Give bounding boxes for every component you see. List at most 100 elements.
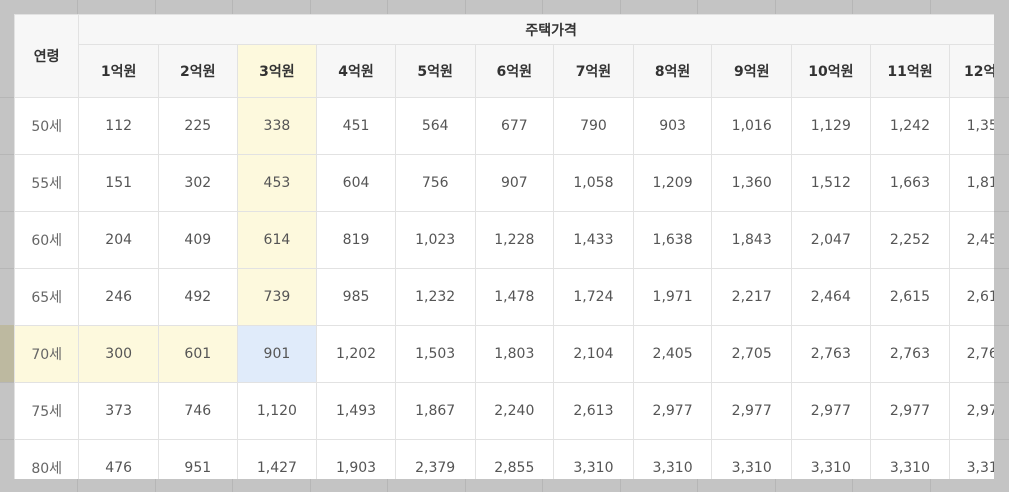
- table-row: 80세 476 951 1,427 1,903 2,379 2,855 3,310 3,310 3…: [14, 439, 994, 479]
- value-cell: 373: [78, 382, 159, 440]
- value-cell: 1,120: [236, 382, 318, 440]
- pension-table: 연령 주택가격 1억원 2억원 3억원 4억원 5억원 6억원 7억원 8억원 9억원 10억원 1…: [14, 14, 994, 479]
- value-cell: 1,433: [553, 211, 634, 269]
- table-row: 55세 151 302 453 604 756 907 1,058 1,209 1,360 1,51…: [14, 154, 994, 212]
- value-cell: 204: [78, 211, 159, 269]
- value-cell: 2,047: [791, 211, 871, 269]
- value-cell: 2,240: [474, 382, 555, 440]
- price-header-1: 1억원: [78, 44, 159, 98]
- value-cell: 2,615: [869, 268, 951, 326]
- value-cell: 819: [316, 211, 396, 269]
- value-cell: 901: [236, 325, 318, 383]
- price-header-12: 12억원: [949, 44, 994, 98]
- price-header-9: 9억원: [711, 44, 793, 98]
- value-cell: 564: [394, 97, 476, 155]
- value-cell: 2,977: [632, 382, 713, 440]
- value-cell: 1,971: [632, 268, 713, 326]
- price-header-3: 3억원: [236, 44, 318, 98]
- value-cell: 604: [316, 154, 396, 212]
- value-cell: 2,977: [869, 382, 951, 440]
- value-cell: 677: [474, 97, 555, 155]
- age-cell: 55세: [14, 154, 80, 212]
- value-cell: 300: [78, 325, 159, 383]
- value-cell: 2,405: [632, 325, 713, 383]
- value-cell: 951: [157, 439, 238, 479]
- value-cell: 2,763: [869, 325, 951, 383]
- value-cell: 451: [316, 97, 396, 155]
- value-cell: 3,310: [791, 439, 871, 479]
- value-cell: 1,663: [869, 154, 951, 212]
- value-cell: 1,360: [711, 154, 793, 212]
- value-cell: 1,427: [236, 439, 318, 479]
- age-cell: 75세: [14, 382, 80, 440]
- age-cell: 80세: [14, 439, 80, 479]
- value-cell: 2,763: [791, 325, 871, 383]
- price-header-8: 8억원: [632, 44, 713, 98]
- value-cell: 1,867: [394, 382, 476, 440]
- value-cell: 2,763: [949, 325, 994, 383]
- value-cell: 1,478: [474, 268, 555, 326]
- value-cell: 492: [157, 268, 238, 326]
- value-cell: 1,129: [791, 97, 871, 155]
- value-cell: 2,977: [949, 382, 994, 440]
- value-cell: 614: [236, 211, 318, 269]
- value-cell: 302: [157, 154, 238, 212]
- age-cell: 60세: [14, 211, 80, 269]
- table-row: 60세 204 409 614 819 1,023 1,228 1,433 1,638 1,843…: [14, 211, 994, 269]
- value-cell: 1,242: [869, 97, 951, 155]
- value-cell: 756: [394, 154, 476, 212]
- value-cell: 1,512: [791, 154, 871, 212]
- value-cell: 1,228: [474, 211, 555, 269]
- value-cell: 1,232: [394, 268, 476, 326]
- value-cell: 1,843: [711, 211, 793, 269]
- value-cell: 1,355: [949, 97, 994, 155]
- table-row: 65세 246 492 739 985 1,232 1,478 1,724 1,971 2,217…: [14, 268, 994, 326]
- age-cell: 70세: [14, 325, 80, 383]
- value-cell: 2,977: [711, 382, 793, 440]
- value-cell: 225: [157, 97, 238, 155]
- value-cell: 453: [236, 154, 318, 212]
- value-cell: 3,310: [711, 439, 793, 479]
- value-cell: 1,903: [316, 439, 396, 479]
- value-cell: 1,724: [553, 268, 634, 326]
- value-cell: 3,310: [949, 439, 994, 479]
- value-cell: 2,457: [949, 211, 994, 269]
- value-cell: 3,310: [869, 439, 951, 479]
- age-column-header: 연령: [14, 14, 80, 98]
- value-cell: 2,379: [394, 439, 476, 479]
- age-cell: 50세: [14, 97, 80, 155]
- value-cell: 2,104: [553, 325, 634, 383]
- table-row: 75세 373 746 1,120 1,493 1,867 2,240 2,613 2,977 2…: [14, 382, 994, 440]
- value-cell: 746: [157, 382, 238, 440]
- value-cell: 985: [316, 268, 396, 326]
- value-cell: 476: [78, 439, 159, 479]
- value-cell: 601: [157, 325, 238, 383]
- value-cell: 1,209: [632, 154, 713, 212]
- value-cell: 1,503: [394, 325, 476, 383]
- value-cell: 907: [474, 154, 555, 212]
- price-header-6: 6억원: [474, 44, 555, 98]
- value-cell: 739: [236, 268, 318, 326]
- value-cell: 112: [78, 97, 159, 155]
- row-highlight-edge: [0, 325, 14, 382]
- value-cell: 2,977: [791, 382, 871, 440]
- value-cell: 3,310: [553, 439, 634, 479]
- price-header-11: 11억원: [869, 44, 951, 98]
- price-header-5: 5억원: [394, 44, 476, 98]
- value-cell: 1,202: [316, 325, 396, 383]
- table-row: 50세 112 225 338 451 564 677 790 903 1,016 1,129 1,2…: [14, 97, 994, 155]
- price-header-10: 10억원: [791, 44, 871, 98]
- value-cell: 1,016: [711, 97, 793, 155]
- pension-table-container: 연령 주택가격 1억원 2억원 3억원 4억원 5억원 6억원 7억원 8억원 9억원 10억원 1…: [14, 14, 994, 479]
- value-cell: 2,252: [869, 211, 951, 269]
- value-cell: 2,855: [474, 439, 555, 479]
- value-cell: 151: [78, 154, 159, 212]
- value-cell: 338: [236, 97, 318, 155]
- value-cell: 2,464: [791, 268, 871, 326]
- age-cell: 65세: [14, 268, 80, 326]
- value-cell: 790: [553, 97, 634, 155]
- value-cell: 1,638: [632, 211, 713, 269]
- price-header-7: 7억원: [553, 44, 634, 98]
- value-cell: 2,615: [949, 268, 994, 326]
- value-cell: 1,493: [316, 382, 396, 440]
